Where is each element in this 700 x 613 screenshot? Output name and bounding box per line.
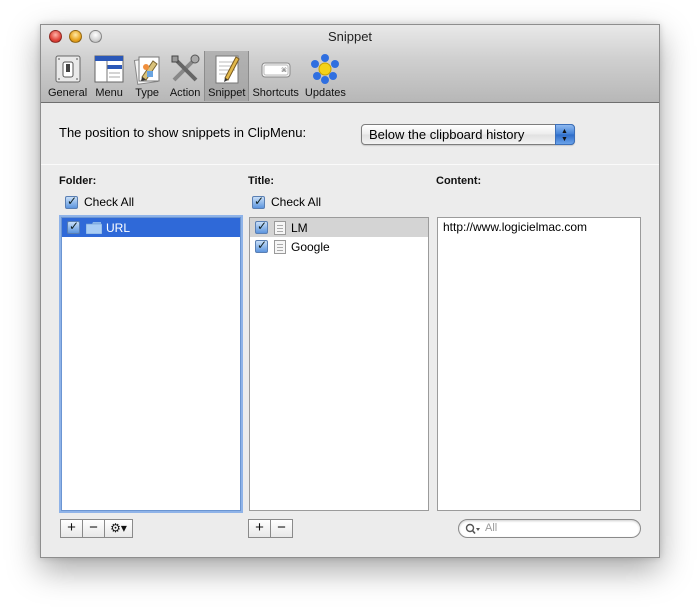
checkbox[interactable] [65, 194, 78, 209]
svg-text:⌘: ⌘ [281, 67, 287, 74]
remove-folder-button[interactable]: − [82, 519, 105, 538]
toolbar-item-type[interactable]: Type [128, 51, 166, 101]
preferences-window: Snippet General Menu Type Action Snippet… [40, 24, 660, 558]
list-item[interactable]: LM [250, 218, 428, 237]
title-buttons: + − [248, 519, 293, 538]
titlebar: Snippet General Menu Type Action Snippet… [41, 25, 659, 103]
popup-arrows-icon: ▲ ▼ [555, 124, 575, 145]
snippet-icon [215, 55, 240, 84]
snippet-title: LM [291, 220, 308, 235]
search-field[interactable]: All [458, 519, 641, 538]
menu-icon [94, 55, 124, 83]
title-list[interactable]: LM Google [249, 217, 429, 511]
title-header: Title: [248, 175, 275, 187]
search-placeholder: All [485, 522, 498, 534]
snippet-position-popup[interactable]: Below the clipboard history ▲ ▼ [361, 124, 575, 145]
content-textarea[interactable]: http://www.logicielmac.com [437, 217, 641, 511]
check-all-label: Check All [84, 195, 135, 209]
checkbox[interactable] [67, 219, 80, 234]
snippet-position-label: The position to show snippets in ClipMen… [59, 125, 307, 140]
checkbox[interactable] [255, 219, 268, 234]
chevron-down-icon: ▼ [561, 136, 568, 143]
folder-check-all[interactable]: Check All [65, 194, 135, 209]
action-tools-icon [171, 54, 200, 82]
title-check-all[interactable]: Check All [252, 194, 322, 209]
toolbar-label: Shortcuts [252, 87, 299, 99]
toolbar-item-updates[interactable]: Updates [302, 51, 349, 101]
snippet-title: Google [291, 239, 330, 254]
folder-list[interactable]: URL [61, 217, 241, 511]
toolbar-item-snippet[interactable]: Snippet [204, 51, 250, 101]
content-header: Content: [436, 175, 482, 187]
snippet-note-icon [274, 220, 286, 235]
chevron-up-icon: ▲ [561, 128, 568, 135]
list-item[interactable]: Google [250, 237, 428, 256]
toolbar-label: Menu [95, 87, 123, 99]
window-title: Snippet [327, 29, 373, 44]
toolbar-item-menu[interactable]: Menu [90, 51, 128, 101]
check-all-label: Check All [271, 195, 322, 209]
checkbox[interactable] [255, 238, 268, 253]
add-snippet-button[interactable]: + [248, 519, 271, 538]
toolbar-item-general[interactable]: General [45, 51, 90, 101]
popup-selected-value: Below the clipboard history [369, 127, 525, 142]
toolbar-label: General [48, 87, 88, 99]
folder-buttons: + − ⚙▾ [60, 519, 133, 538]
toolbar-label: Action [169, 87, 201, 99]
folder-name: URL [106, 220, 131, 235]
list-item[interactable]: URL [62, 218, 240, 237]
section-divider [41, 164, 659, 165]
remove-snippet-button[interactable]: − [270, 519, 293, 538]
checkbox[interactable] [252, 194, 265, 209]
snippet-note-icon [274, 239, 286, 254]
preferences-toolbar: General Menu Type Action Snippet ⌘ Short… [45, 51, 349, 103]
toolbar-label: Updates [304, 87, 346, 99]
toolbar-label: Snippet [208, 87, 246, 99]
updates-icon [311, 54, 340, 84]
gear-icon[interactable]: ⚙▾ [104, 519, 133, 538]
general-switch-icon [55, 55, 81, 83]
search-icon [465, 523, 480, 535]
add-folder-button[interactable]: + [60, 519, 83, 538]
folder-header: Folder: [59, 175, 97, 187]
keyboard-icon: ⌘ [261, 62, 291, 78]
folder-icon [86, 221, 102, 234]
toolbar-item-action[interactable]: Action [166, 51, 204, 101]
toolbar-label: Type [135, 87, 160, 99]
type-icon [134, 56, 160, 85]
toolbar-item-shortcuts[interactable]: ⌘ Shortcuts [249, 51, 301, 101]
